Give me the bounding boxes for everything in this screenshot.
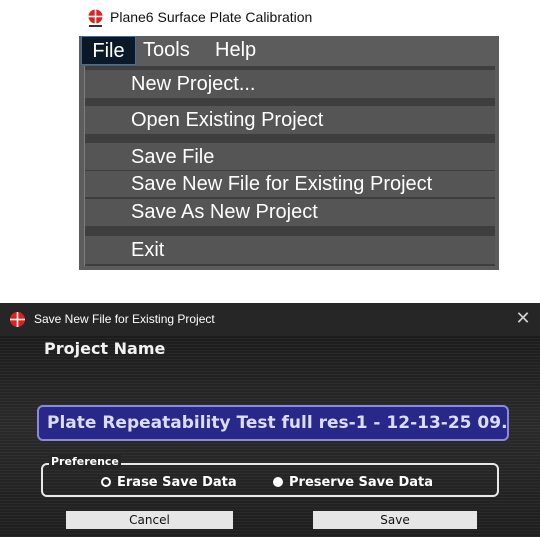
menu-window: Plane6 Surface Plate Calibration File To…: [79, 0, 499, 270]
menu-tools[interactable]: Tools: [143, 36, 190, 65]
app-logo-icon: [87, 9, 104, 28]
radio-selected-icon: [273, 477, 283, 487]
dialog-titlebar: Save New File for Existing Project ✕: [0, 303, 540, 335]
menu-window-title: Plane6 Surface Plate Calibration: [110, 9, 313, 25]
dialog-title: Save New File for Existing Project: [34, 312, 215, 326]
menu-window-titlebar: Plane6 Surface Plate Calibration: [79, 0, 499, 36]
radio-erase-save-data[interactable]: Erase Save Data: [101, 473, 237, 491]
menu-item-label: New Project...: [131, 73, 256, 95]
close-icon[interactable]: ✕: [510, 306, 536, 332]
radio-label: Erase Save Data: [117, 474, 237, 490]
menu-item-save-file[interactable]: Save File: [85, 143, 495, 170]
save-new-file-dialog: Save New File for Existing Project ✕ Pro…: [0, 303, 540, 537]
file-dropdown-menu: New Project... Open Existing Project Sav…: [84, 66, 495, 266]
radio-label: Preserve Save Data: [289, 474, 434, 490]
menu-help[interactable]: Help: [215, 36, 256, 65]
menu-item-open-existing-project[interactable]: Open Existing Project: [85, 106, 495, 134]
menu-item-label: Save New File for Existing Project: [131, 173, 433, 195]
menu-item-save-new-file-existing-project[interactable]: Save New File for Existing Project: [85, 171, 495, 197]
preference-legend: Preference: [49, 455, 121, 468]
radio-preserve-save-data[interactable]: Preserve Save Data: [273, 473, 433, 491]
app-logo-icon: [9, 311, 26, 330]
cancel-button[interactable]: Cancel: [66, 511, 233, 529]
menu-item-label: Save File: [131, 146, 215, 168]
menubar: File Tools Help: [79, 36, 499, 65]
menu-item-label: Save As New Project: [131, 201, 318, 223]
save-button[interactable]: Save: [313, 511, 477, 529]
menu-item-save-as-new-project[interactable]: Save As New Project: [85, 199, 495, 226]
menu-item-label: Open Existing Project: [131, 109, 324, 131]
project-name-input[interactable]: Plate Repeatability Test full res-1 - 12…: [37, 405, 509, 441]
radio-unselected-icon: [101, 477, 111, 487]
menu-file[interactable]: File: [81, 36, 136, 65]
menu-item-exit[interactable]: Exit: [85, 236, 495, 264]
project-name-label: Project Name: [44, 339, 166, 358]
menu-item-new-project[interactable]: New Project...: [85, 70, 495, 98]
menu-item-label: Exit: [131, 239, 165, 261]
